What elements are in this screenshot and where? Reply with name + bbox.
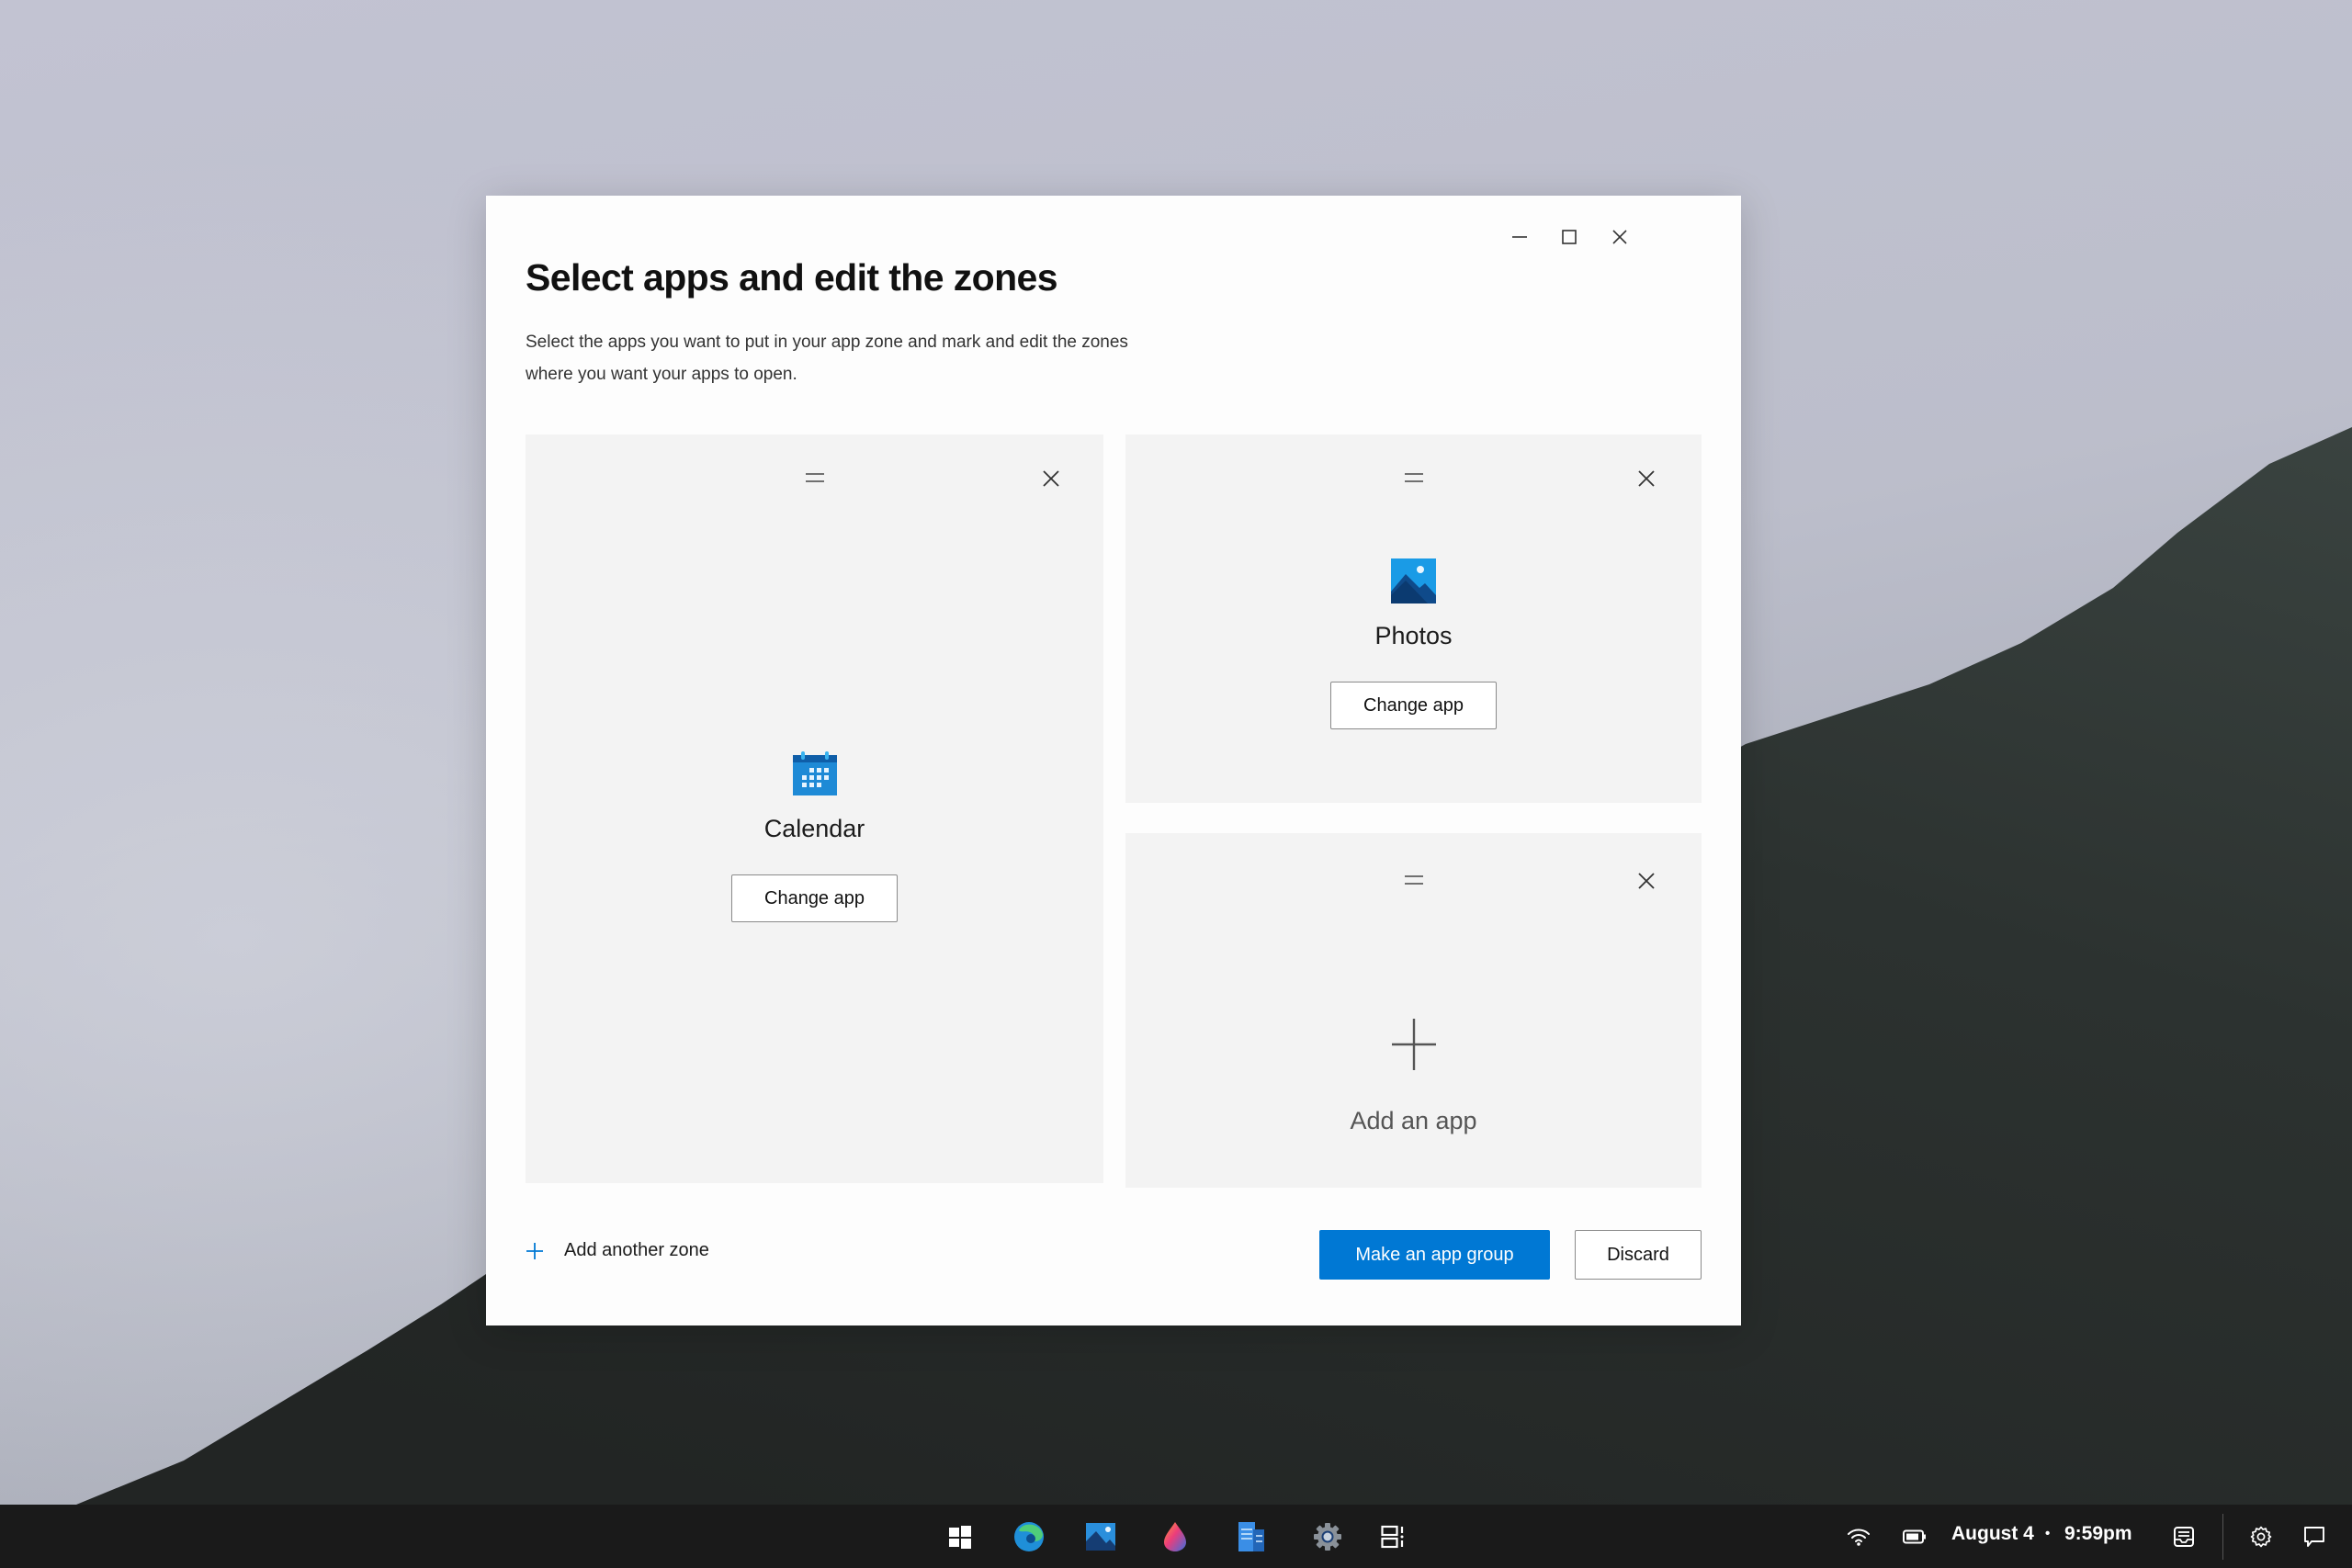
remove-zone-icon[interactable] — [1635, 870, 1657, 892]
drag-handle-icon[interactable] — [1403, 874, 1425, 886]
chat-button[interactable] — [2299, 1521, 2330, 1552]
battery-icon — [1903, 1529, 1926, 1544]
taskbar-task-view[interactable] — [1377, 1521, 1408, 1552]
photos-icon — [1086, 1523, 1115, 1551]
tray-date[interactable]: August 4 — [1951, 1523, 2034, 1545]
windows-logo-icon — [949, 1526, 971, 1549]
battery-button[interactable] — [1899, 1521, 1930, 1552]
add-another-zone-button[interactable]: Add another zone — [526, 1240, 709, 1261]
taskbar-photos[interactable] — [1085, 1521, 1116, 1552]
quick-settings-button[interactable] — [2245, 1521, 2277, 1552]
edge-icon — [1014, 1522, 1044, 1551]
wifi-icon — [1848, 1529, 1870, 1546]
inbox-tray-icon — [2174, 1527, 2194, 1547]
discard-button[interactable]: Discard — [1575, 1230, 1702, 1280]
task-view-icon — [1381, 1525, 1404, 1549]
add-another-zone-label: Add another zone — [564, 1240, 709, 1260]
taskbar-edge[interactable] — [1013, 1521, 1045, 1552]
close-icon — [1612, 230, 1627, 244]
maximize-button[interactable] — [1551, 223, 1588, 251]
add-app-target[interactable]: Add an app — [1125, 1017, 1702, 1135]
wifi-button[interactable] — [1843, 1521, 1874, 1552]
make-app-group-button[interactable]: Make an app group — [1319, 1230, 1550, 1280]
plus-icon — [526, 1242, 543, 1259]
taskbar: August 4 • 9:59pm — [0, 1505, 2352, 1568]
settings-gear-icon — [1314, 1523, 1341, 1551]
taskbar-settings[interactable] — [1312, 1521, 1343, 1552]
paint-icon — [1164, 1522, 1186, 1551]
plus-icon — [1391, 1019, 1436, 1070]
maximize-icon — [1562, 230, 1577, 244]
zone-app: Calendar Change app — [526, 750, 1103, 922]
zone-app-name: Photos — [1374, 622, 1453, 649]
zone-app-name: Calendar — [763, 815, 865, 842]
dialog-description: Select the apps you want to put in your … — [526, 333, 1128, 384]
app-group-dialog: Select apps and edit the zones Select th… — [486, 196, 1741, 1325]
document-icon — [1238, 1522, 1264, 1551]
taskbar-start-button[interactable] — [944, 1521, 976, 1552]
change-app-button[interactable]: Change app — [731, 874, 898, 922]
photos-icon — [1391, 558, 1436, 604]
tray-separator: • — [2045, 1526, 2051, 1541]
zone-app: Photos Change app — [1125, 558, 1702, 729]
minimize-icon — [1512, 236, 1527, 238]
tray-time[interactable]: 9:59pm — [2064, 1523, 2132, 1545]
zone-calendar[interactable]: Calendar Change app — [526, 434, 1103, 1183]
remove-zone-icon[interactable] — [1040, 468, 1062, 490]
minimize-button[interactable] — [1501, 223, 1538, 251]
taskbar-documents[interactable] — [1236, 1521, 1267, 1552]
chat-icon — [2304, 1527, 2324, 1547]
remove-zone-icon[interactable] — [1635, 468, 1657, 490]
dialog-title: Select apps and edit the zones — [526, 256, 1058, 299]
taskbar-paint[interactable] — [1159, 1521, 1191, 1552]
close-window-button[interactable] — [1601, 223, 1638, 251]
add-app-label: Add an app — [1350, 1107, 1477, 1134]
tray-divider — [2222, 1514, 2223, 1560]
gear-icon — [2250, 1526, 2272, 1548]
notification-tray-button[interactable] — [2168, 1521, 2199, 1552]
drag-handle-icon[interactable] — [1403, 471, 1425, 484]
zone-photos[interactable]: Photos Change app — [1125, 434, 1702, 803]
change-app-button[interactable]: Change app — [1330, 682, 1497, 729]
zone-empty[interactable]: Add an app — [1125, 833, 1702, 1188]
drag-handle-icon[interactable] — [804, 471, 826, 484]
calendar-icon — [792, 751, 837, 795]
